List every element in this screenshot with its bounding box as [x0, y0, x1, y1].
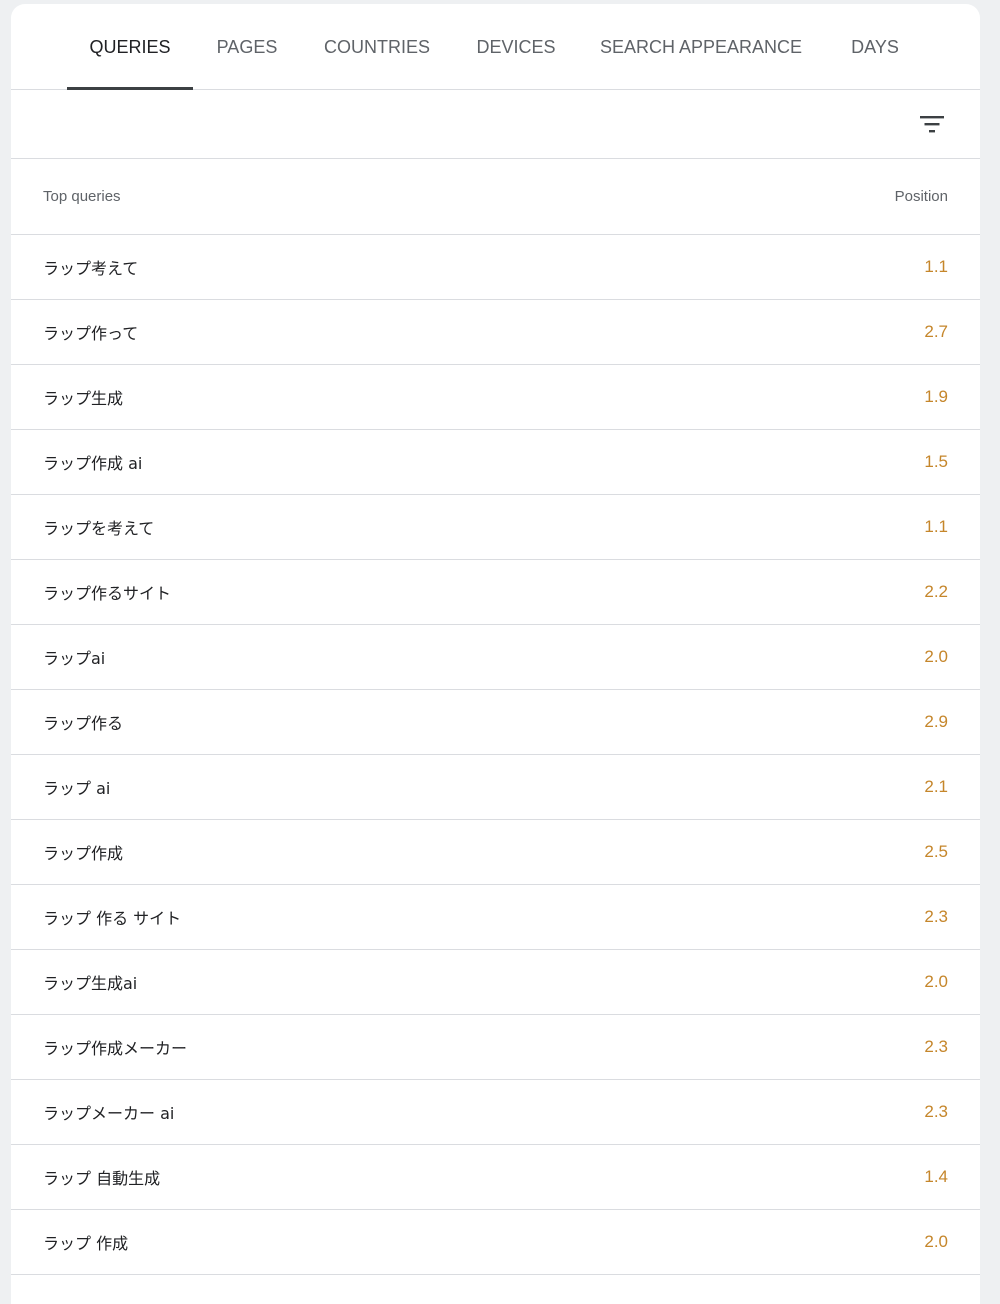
position-value: 2.3: [924, 1102, 948, 1121]
table-row[interactable]: ラップ ai 2.1: [11, 755, 980, 820]
table-row[interactable]: ラップai 2.0: [11, 625, 980, 690]
position-value: 2.3: [924, 1037, 948, 1056]
table-row[interactable]: ラップ生成 1.9: [11, 365, 980, 430]
table-row[interactable]: ラップ 自動生成 1.4: [11, 1145, 980, 1210]
query-text: ラップ作るサイト: [43, 584, 172, 603]
query-text: ラップ作成メーカー: [43, 1039, 188, 1058]
table-row[interactable]: ラップを考えて 1.1: [11, 495, 980, 560]
position-value: 2.0: [924, 647, 948, 666]
table-row[interactable]: ラップ生成ai 2.0: [11, 950, 980, 1015]
table-row[interactable]: ラップ作成メーカー 2.3: [11, 1015, 980, 1080]
position-value: 1.4: [924, 1167, 948, 1186]
column-header-query[interactable]: Top queries: [43, 188, 121, 205]
table-row[interactable]: ラップ考えて 1.1: [11, 235, 980, 300]
query-text: ラップを考えて: [43, 519, 155, 538]
table-row[interactable]: ラップ作成 2.5: [11, 820, 980, 885]
query-text: ラップ作る: [43, 714, 124, 733]
position-value: 2.1: [924, 777, 948, 796]
table-row[interactable]: ラップ 作成 2.0: [11, 1210, 980, 1275]
position-value: 2.5: [924, 842, 948, 861]
position-value: 2.3: [924, 907, 948, 926]
query-text: ラップ 自動生成: [43, 1169, 161, 1188]
tab-countries[interactable]: COUNTRIES: [317, 4, 437, 90]
position-value: 2.0: [924, 1232, 948, 1251]
query-text: ラップai: [43, 649, 106, 668]
tab-days[interactable]: DAYS: [839, 4, 911, 90]
table-row[interactable]: ラップ作るサイト 2.2: [11, 560, 980, 625]
query-text: ラップ作成: [43, 844, 124, 863]
tab-pages[interactable]: PAGES: [207, 4, 287, 90]
table-row[interactable]: ラップ作る 2.9: [11, 690, 980, 755]
query-text: ラップ 作成: [43, 1234, 129, 1253]
query-text: ラップ生成ai: [43, 974, 138, 993]
position-value: 2.0: [924, 972, 948, 991]
table-row[interactable]: ラップ作成 ai 1.5: [11, 430, 980, 495]
filter-icon: [920, 116, 944, 133]
query-table-body: ラップ考えて 1.1 ラップ作って 2.7 ラップ生成 1.9 ラップ作成 ai 1.5 ラップ…: [11, 235, 980, 1275]
table-row[interactable]: ラップ 作る サイト 2.3: [11, 885, 980, 950]
performance-report-card: QUERIES PAGES COUNTRIES DEVICES SEARCH A…: [11, 4, 980, 1304]
position-value: 2.7: [924, 322, 948, 341]
query-text: ラップ 作る サイト: [43, 909, 182, 928]
dimension-tabs: QUERIES PAGES COUNTRIES DEVICES SEARCH A…: [11, 4, 980, 90]
query-text: ラップメーカー ai: [43, 1104, 175, 1123]
position-value: 1.1: [924, 517, 948, 536]
position-value: 1.5: [924, 452, 948, 471]
position-value: 2.2: [924, 582, 948, 601]
query-text: ラップ考えて: [43, 259, 139, 278]
column-header-position[interactable]: Position: [895, 188, 948, 205]
tab-queries[interactable]: QUERIES: [67, 4, 193, 90]
tab-devices[interactable]: DEVICES: [466, 4, 566, 90]
position-value: 2.9: [924, 712, 948, 731]
query-text: ラップ作成 ai: [43, 454, 143, 473]
table-toolbar: [11, 90, 980, 159]
table-header: Top queries Position: [11, 159, 980, 235]
position-value: 1.9: [924, 387, 948, 406]
query-text: ラップ生成: [43, 389, 124, 408]
table-row[interactable]: ラップメーカー ai 2.3: [11, 1080, 980, 1145]
query-text: ラップ作って: [43, 324, 139, 343]
query-text: ラップ ai: [43, 779, 111, 798]
tab-search-appearance[interactable]: SEARCH APPEARANCE: [596, 4, 806, 90]
filter-button[interactable]: [916, 108, 948, 140]
table-row[interactable]: ラップ作って 2.7: [11, 300, 980, 365]
position-value: 1.1: [924, 257, 948, 276]
